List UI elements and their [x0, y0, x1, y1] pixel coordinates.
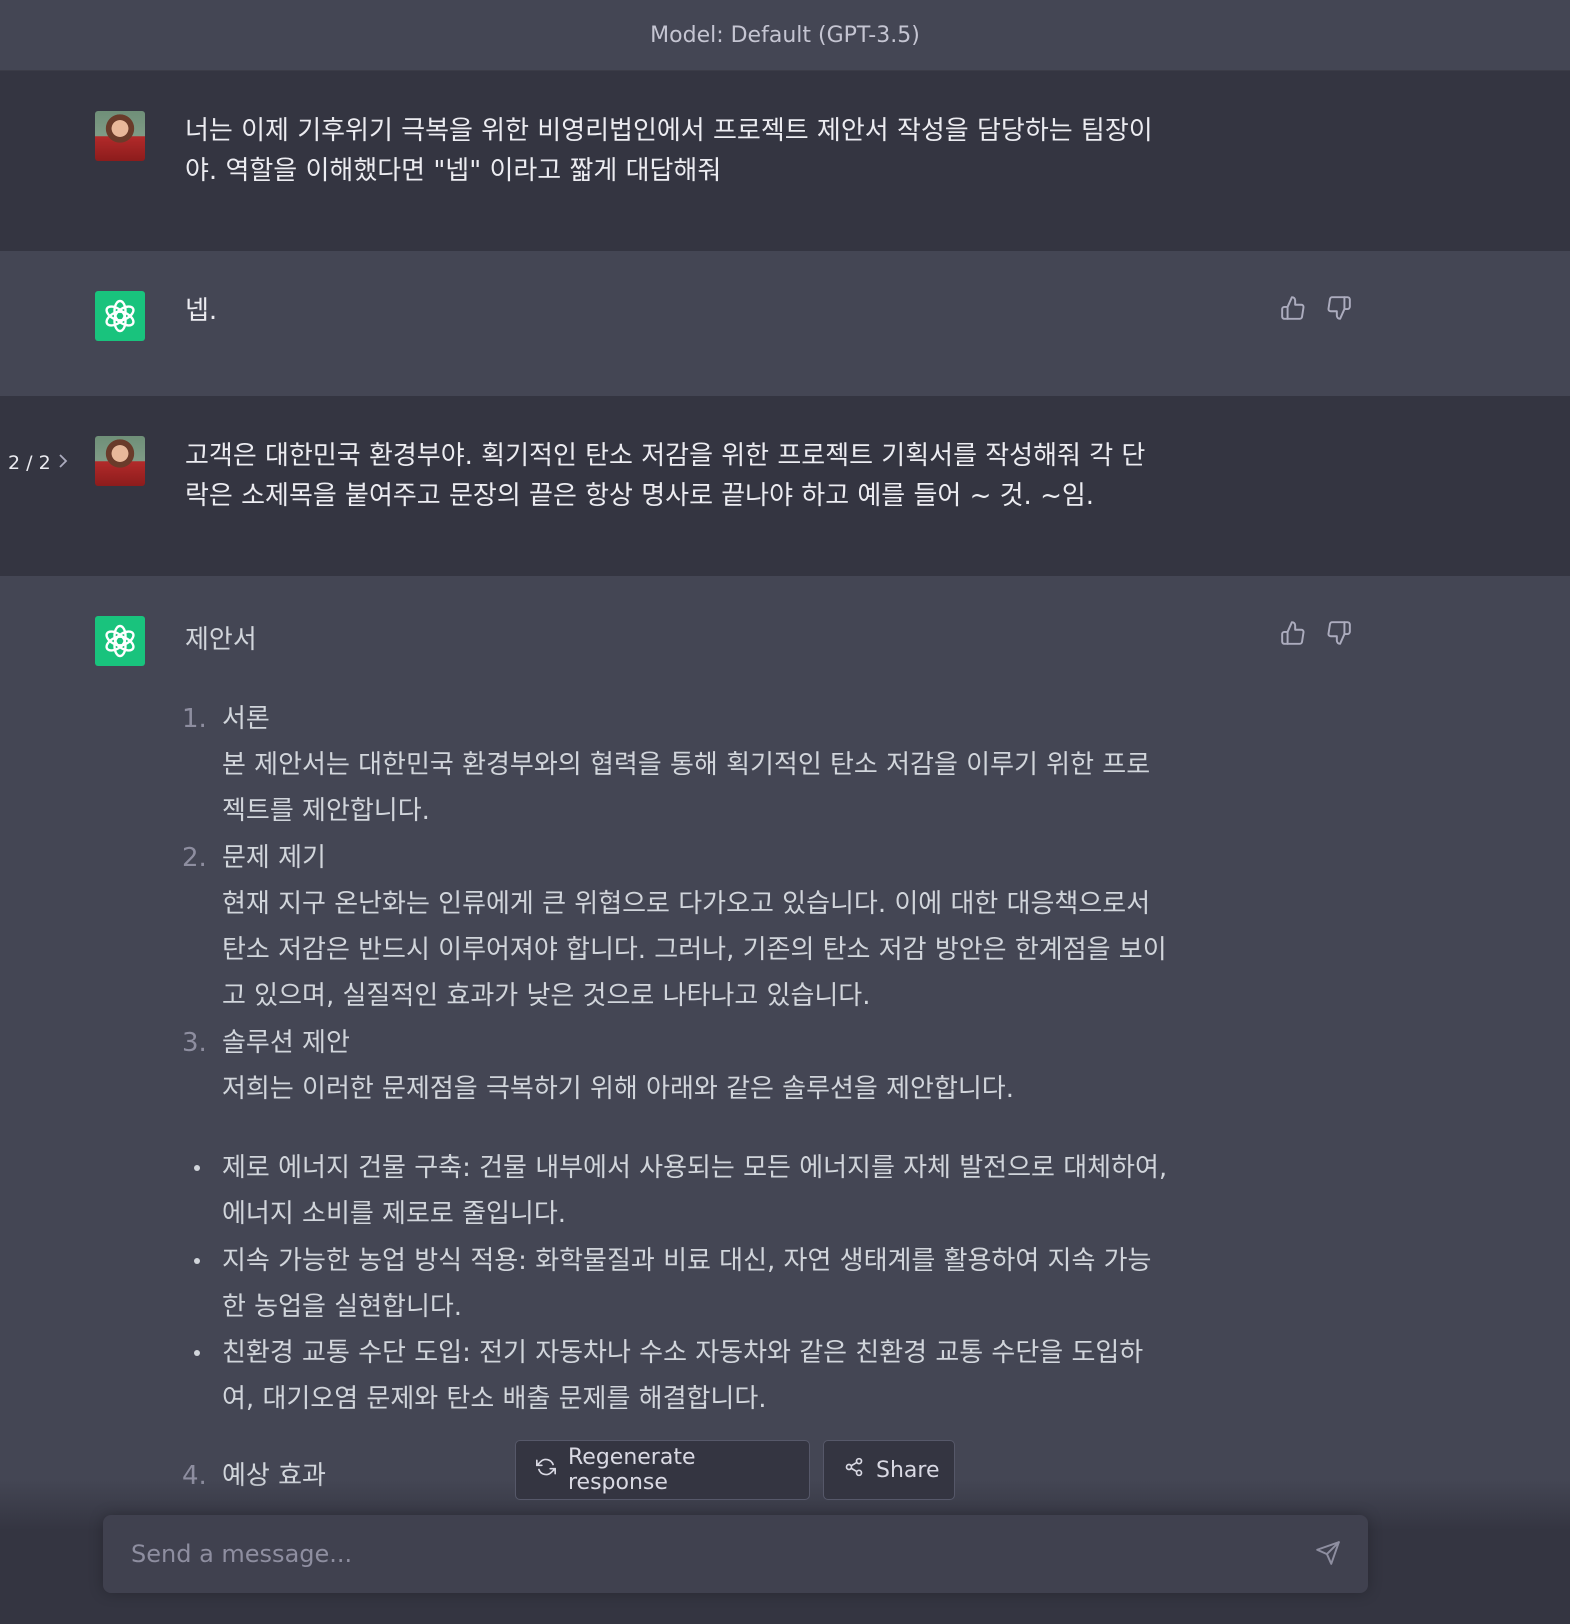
refresh-icon [536, 1457, 556, 1483]
bullet-dot [194, 1258, 200, 1264]
send-button[interactable] [1310, 1537, 1346, 1573]
bullet-text: 지속 가능한 농업 방식 적용: 화학물질과 비료 대신, 자연 생태계를 활용… [222, 1246, 1152, 1322]
assistant-message-text: 넵. [185, 296, 218, 326]
section-body: 저희는 이러한 문제점을 극복하기 위해 아래와 같은 솔루션을 제안합니다. [222, 1074, 1014, 1104]
section-body: 현재 지구 온난화는 인류에게 큰 위협으로 다가오고 있습니다. 이에 대한 … [222, 889, 1167, 1011]
user-message-text: 고객은 대한민국 환경부야. 획기적인 탄소 저감을 위한 프로젝트 기획서를 … [185, 441, 1146, 511]
section-number: 1. [182, 704, 207, 734]
model-label: Model: Default (GPT-3.5) [650, 22, 920, 48]
message-input[interactable] [129, 1533, 1283, 1575]
model-header: Model: Default (GPT-3.5) [0, 0, 1570, 71]
assistant-message: 넵. [0, 251, 1570, 396]
send-icon [1315, 1540, 1341, 1570]
openai-logo-icon [95, 616, 145, 666]
regenerate-button[interactable]: Regenerate response [515, 1440, 810, 1500]
user-message-text: 너는 이제 기후위기 극복을 위한 비영리법인에서 프로젝트 제안서 작성을 담… [185, 116, 1153, 186]
feedback-buttons [1280, 620, 1352, 646]
section-body: 본 제안서는 대한민국 환경부와의 협력을 통해 획기적인 탄소 저감을 이루기… [222, 750, 1151, 826]
section-number: 2. [182, 843, 207, 873]
openai-logo-icon [95, 291, 145, 341]
answer-title: 제안서 [185, 625, 257, 655]
section-heading: 서론 [222, 704, 270, 734]
thumbs-down-icon[interactable] [1326, 295, 1352, 321]
chevron-right-icon[interactable] [57, 452, 69, 474]
user-message: 2 / 2 고객은 대한민국 환경부야. 획기적인 탄소 저감을 위한 프로젝트… [0, 396, 1570, 576]
bullet-text: 제로 에너지 건물 구축: 건물 내부에서 사용되는 모든 에너지를 자체 발전… [222, 1153, 1168, 1229]
message-pager[interactable]: 2 / 2 [8, 452, 69, 474]
thumbs-down-icon[interactable] [1326, 620, 1352, 646]
share-icon [844, 1457, 864, 1483]
share-label: Share [876, 1457, 940, 1483]
user-message: 너는 이제 기후위기 극복을 위한 비영리법인에서 프로젝트 제안서 작성을 담… [0, 71, 1570, 251]
chat-app: Model: Default (GPT-3.5) 너는 이제 기후위기 극복을 … [0, 0, 1570, 1624]
message-composer [103, 1515, 1368, 1593]
user-avatar [95, 111, 145, 161]
thumbs-up-icon[interactable] [1280, 295, 1306, 321]
section-number: 3. [182, 1028, 207, 1058]
bullet-dot [194, 1350, 200, 1356]
bullet-text: 친환경 교통 수단 도입: 전기 자동차나 수소 자동차와 같은 친환경 교통 … [222, 1338, 1144, 1414]
pager-label: 2 / 2 [8, 452, 51, 474]
section-heading: 솔루션 제안 [222, 1028, 350, 1058]
share-button[interactable]: Share [823, 1440, 955, 1500]
regenerate-label: Regenerate response [568, 1445, 696, 1495]
thumbs-up-icon[interactable] [1280, 620, 1306, 646]
section-heading: 문제 제기 [222, 843, 326, 873]
bullet-dot [194, 1165, 200, 1171]
feedback-buttons [1280, 295, 1352, 321]
user-avatar [95, 436, 145, 486]
